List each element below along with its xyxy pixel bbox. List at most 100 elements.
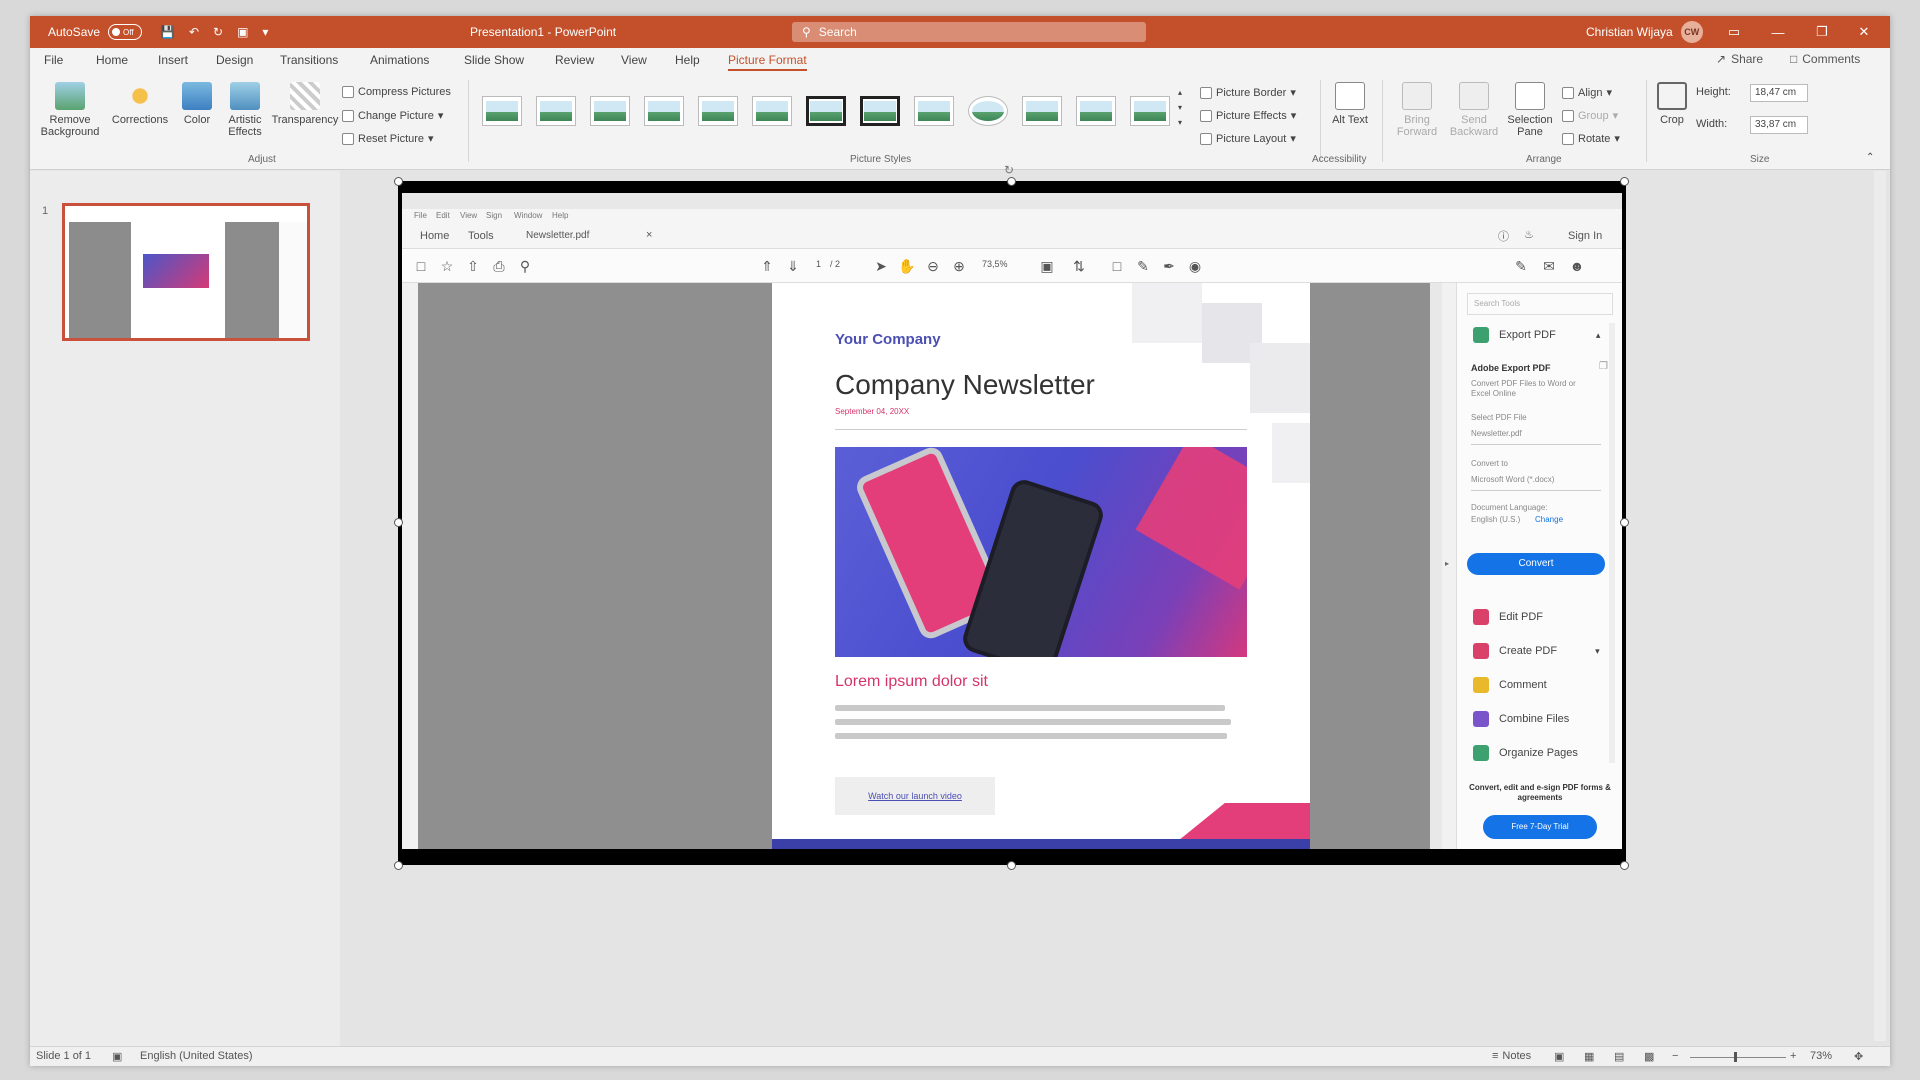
picture-style-5[interactable] bbox=[698, 96, 738, 126]
zoom-search-icon[interactable]: ⚲ bbox=[516, 257, 534, 275]
slideshow-view-icon[interactable]: ▩ bbox=[1644, 1050, 1654, 1063]
organize-pages-tool[interactable]: Organize Pages bbox=[1473, 745, 1578, 761]
save-icon[interactable]: □ bbox=[412, 257, 430, 275]
share-button[interactable]: ↗ Share bbox=[1716, 52, 1763, 66]
acrobat-menu-help[interactable]: Help bbox=[552, 211, 568, 220]
acrobat-tab-tools[interactable]: Tools bbox=[468, 230, 494, 242]
slide-canvas[interactable]: File Edit View Sign Window Help Home Too… bbox=[398, 181, 1626, 865]
picture-style-7[interactable] bbox=[806, 96, 846, 126]
align-button[interactable]: Align ▾ bbox=[1562, 86, 1612, 99]
tab-picture-format[interactable]: Picture Format bbox=[728, 53, 807, 71]
copy-icon[interactable]: ❐ bbox=[1599, 361, 1608, 372]
acrobat-menu-window[interactable]: Window bbox=[514, 211, 542, 220]
acrobat-menu-file[interactable]: File bbox=[414, 211, 427, 220]
corrections-button[interactable]: Corrections bbox=[110, 82, 170, 126]
sign-icon[interactable]: ✒ bbox=[1160, 257, 1178, 275]
transparency-button[interactable]: Transparency bbox=[270, 82, 340, 126]
help-icon[interactable]: ⓘ bbox=[1498, 228, 1509, 244]
slide-thumbnail[interactable] bbox=[62, 203, 310, 341]
resize-handle[interactable] bbox=[394, 861, 403, 870]
tab-design[interactable]: Design bbox=[216, 53, 253, 67]
normal-view-icon[interactable]: ▣ bbox=[1554, 1050, 1564, 1063]
hand-icon[interactable]: ✋ bbox=[898, 257, 916, 275]
crop-button[interactable]: Crop bbox=[1654, 82, 1690, 126]
picture-effects-button[interactable]: Picture Effects ▾ bbox=[1200, 109, 1296, 122]
alt-text-button[interactable]: Alt Text bbox=[1330, 82, 1370, 126]
picture-style-1[interactable] bbox=[482, 96, 522, 126]
document-scrollbar[interactable] bbox=[1430, 283, 1442, 849]
acrobat-menu-view[interactable]: View bbox=[460, 211, 477, 220]
comments-button[interactable]: □ Comments bbox=[1790, 52, 1860, 66]
autosave-toggle[interactable]: Off bbox=[108, 24, 143, 40]
redo-icon[interactable]: ↻ bbox=[213, 25, 223, 39]
stamp-icon[interactable]: ◉ bbox=[1186, 257, 1204, 275]
star-icon[interactable]: ☆ bbox=[438, 257, 456, 275]
bring-forward-button[interactable]: Bring Forward bbox=[1390, 82, 1444, 138]
tab-slide-show[interactable]: Slide Show bbox=[464, 53, 524, 67]
comment-icon[interactable]: □ bbox=[1108, 257, 1126, 275]
editor-scrollbar[interactable] bbox=[1874, 171, 1886, 1041]
artistic-effects-button[interactable]: Artistic Effects bbox=[220, 82, 270, 138]
send-backward-button[interactable]: Send Backward bbox=[1446, 82, 1502, 138]
picture-style-13[interactable] bbox=[1130, 96, 1170, 126]
acrobat-doc-tab[interactable]: Newsletter.pdf bbox=[526, 230, 589, 241]
picture-border-button[interactable]: Picture Border ▾ bbox=[1200, 86, 1296, 99]
picture-style-3[interactable] bbox=[590, 96, 630, 126]
pen-icon[interactable]: ✎ bbox=[1134, 257, 1152, 275]
page-up-icon[interactable]: ⇑ bbox=[758, 257, 776, 275]
zoom-out-icon[interactable]: ⊖ bbox=[924, 257, 942, 275]
resize-handle[interactable] bbox=[1620, 518, 1629, 527]
zoom-in-icon[interactable]: + bbox=[1790, 1050, 1796, 1062]
zoom-select[interactable]: 73,5% bbox=[982, 259, 1008, 269]
upload-icon[interactable]: ⇧ bbox=[464, 257, 482, 275]
picture-style-6[interactable] bbox=[752, 96, 792, 126]
compress-pictures-button[interactable]: Compress Pictures bbox=[342, 86, 451, 98]
acrobat-tab-home[interactable]: Home bbox=[420, 230, 449, 242]
close-tab-icon[interactable]: × bbox=[646, 229, 652, 241]
ribbon-display-icon[interactable]: ▭ bbox=[1712, 16, 1756, 48]
free-trial-button[interactable]: Free 7-Day Trial bbox=[1483, 815, 1597, 839]
change-picture-button[interactable]: Change Picture ▾ bbox=[342, 109, 443, 122]
selected-file[interactable]: Newsletter.pdf bbox=[1471, 429, 1601, 445]
page-current-input[interactable]: 1 bbox=[816, 259, 821, 269]
color-button[interactable]: Color bbox=[174, 82, 220, 126]
close-icon[interactable]: ✕ bbox=[1842, 16, 1886, 48]
resize-handle[interactable] bbox=[1007, 177, 1016, 186]
convert-button[interactable]: Convert bbox=[1467, 553, 1605, 575]
add-user-icon[interactable]: ☻ bbox=[1568, 257, 1586, 275]
resize-handle[interactable] bbox=[394, 177, 403, 186]
present-icon[interactable]: ▣ bbox=[237, 25, 248, 39]
tab-animations[interactable]: Animations bbox=[370, 53, 429, 67]
zoom-slider-thumb[interactable] bbox=[1734, 1052, 1737, 1062]
resize-handle[interactable] bbox=[1007, 861, 1016, 870]
change-language-link[interactable]: Change bbox=[1535, 515, 1563, 524]
rotate-button[interactable]: Rotate ▾ bbox=[1562, 132, 1620, 145]
user-name[interactable]: Christian Wijaya bbox=[1586, 25, 1673, 39]
minimize-icon[interactable]: — bbox=[1756, 16, 1800, 48]
collapse-ribbon-icon[interactable]: ⌃ bbox=[1866, 152, 1874, 163]
launch-video-button[interactable]: Watch our launch video bbox=[835, 777, 995, 815]
acrobat-menu-edit[interactable]: Edit bbox=[436, 211, 450, 220]
remove-background-button[interactable]: Remove Background bbox=[40, 82, 100, 138]
maximize-icon[interactable]: ❐ bbox=[1800, 16, 1844, 48]
zoom-in-icon[interactable]: ⊕ bbox=[950, 257, 968, 275]
print-icon[interactable]: ⎙ bbox=[490, 257, 508, 275]
tools-scrollbar[interactable] bbox=[1609, 323, 1615, 763]
search-input[interactable]: ⚲ Search bbox=[792, 22, 1146, 42]
height-input[interactable]: 18,47 cm bbox=[1750, 84, 1808, 102]
tools-pane-collapse[interactable]: ▸ bbox=[1442, 283, 1456, 849]
tab-home[interactable]: Home bbox=[96, 53, 128, 67]
document-viewport[interactable]: Your Company Company Newsletter Septembe… bbox=[418, 283, 1442, 849]
tab-help[interactable]: Help bbox=[675, 53, 700, 67]
language-status[interactable]: English (United States) bbox=[140, 1050, 253, 1062]
reset-picture-button[interactable]: Reset Picture ▾ bbox=[342, 132, 434, 145]
resize-handle[interactable] bbox=[1620, 177, 1629, 186]
share-link-icon[interactable]: ✎ bbox=[1512, 257, 1530, 275]
customize-toolbar-icon[interactable]: ▾ bbox=[262, 25, 268, 39]
tab-transitions[interactable]: Transitions bbox=[280, 53, 338, 67]
accessibility-check-icon[interactable]: ▣ bbox=[112, 1050, 122, 1063]
tools-search-input[interactable]: Search Tools bbox=[1467, 293, 1613, 315]
page-down-icon[interactable]: ⇓ bbox=[784, 257, 802, 275]
marquee-icon[interactable]: ▣ bbox=[1038, 257, 1056, 275]
undo-icon[interactable]: ↶ bbox=[189, 25, 199, 39]
